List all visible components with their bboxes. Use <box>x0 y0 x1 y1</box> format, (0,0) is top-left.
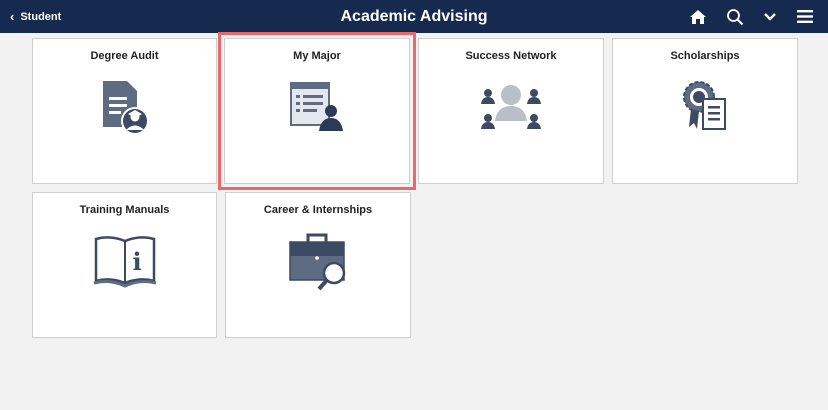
back-label: Student <box>20 10 62 23</box>
app-header: ‹ Student Academic Advising <box>0 0 828 33</box>
tile-degree-audit[interactable]: Degree Audit <box>32 38 217 184</box>
scholarships-icon <box>679 79 731 142</box>
tile-title: Scholarships <box>670 50 740 62</box>
tile-title: My Major <box>293 50 341 62</box>
career-internships-icon <box>286 233 350 296</box>
tile-title: Training Manuals <box>79 204 170 216</box>
tile-my-major[interactable]: My Major <box>218 32 416 190</box>
degree-audit-icon <box>97 79 153 142</box>
tile-training-manuals[interactable]: Training Manuals i <box>32 192 217 338</box>
menu-icon[interactable] <box>796 9 814 24</box>
back-button[interactable]: ‹ Student <box>10 0 61 33</box>
tile-success-network[interactable]: Success Network <box>418 38 604 184</box>
home-icon[interactable] <box>689 9 707 25</box>
my-major-icon <box>287 79 347 140</box>
tile-title: Degree Audit <box>90 50 159 62</box>
chevron-left-icon: ‹ <box>10 9 15 24</box>
success-network-icon <box>480 79 542 138</box>
training-manuals-icon: i <box>93 233 157 294</box>
svg-text:i: i <box>132 247 141 276</box>
tile-scholarships[interactable]: Scholarships <box>612 38 798 184</box>
search-icon[interactable] <box>726 8 744 26</box>
tile-title: Career & Internships <box>263 204 373 216</box>
chevron-down-icon[interactable] <box>763 12 777 22</box>
tile-title: Success Network <box>465 50 557 62</box>
tile-career-internships[interactable]: Career & Internships <box>225 192 411 338</box>
